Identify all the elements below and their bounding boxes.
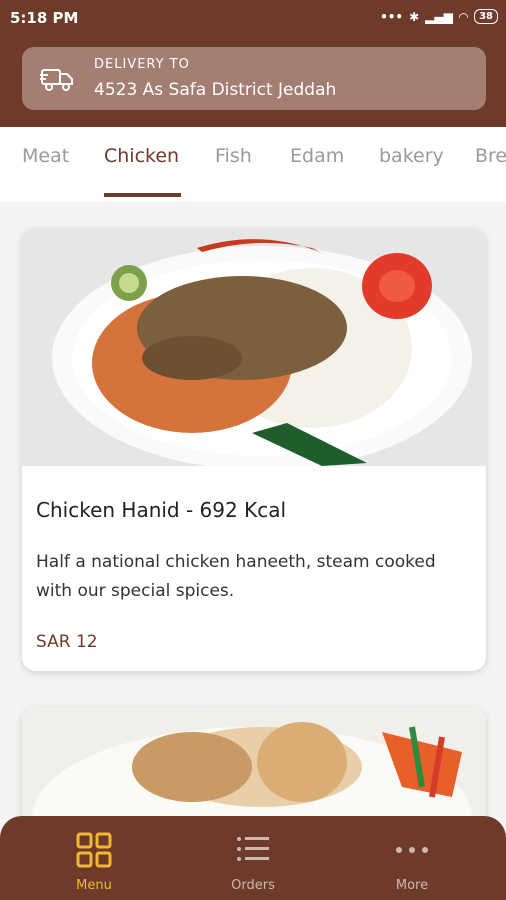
tab-meat[interactable]: Meat [22,145,69,167]
tab-bakery[interactable]: bakery [379,145,444,167]
status-bar: 5:18 PM ••• ✱ ▂▄▆ ◠ 38 [0,0,506,36]
delivery-truck-icon [40,69,73,91]
nav-menu-label: Menu [76,878,112,893]
tab-chicken[interactable]: Chicken [104,145,179,167]
nav-menu[interactable]: Menu [34,816,154,900]
category-tabs: Meat Chicken Fish Edam bakery Bre [0,127,506,202]
delivery-address: 4523 As Safa District Jeddah [94,80,337,100]
delivery-address-box[interactable]: DELIVERY TO 4523 As Safa District Jeddah [22,47,486,110]
app-header: 5:18 PM ••• ✱ ▂▄▆ ◠ 38 DELIVERY TO 4523 … [0,0,506,127]
tab-edam[interactable]: Edam [290,145,344,167]
item-description: Half a national chicken haneeth, steam c… [36,552,436,601]
tab-fish[interactable]: Fish [215,145,252,167]
bluetooth-icon: ✱ [409,9,420,24]
bottom-navigation: Menu Orders More [0,816,506,900]
status-time: 5:18 PM [10,9,79,27]
status-icons: ••• ✱ ▂▄▆ ◠ 38 [380,9,498,24]
more-dots-icon [396,847,428,853]
battery-icon: 38 [474,9,498,24]
nav-more[interactable]: More [352,816,472,900]
chicken-dish-image [22,228,486,466]
notification-dots-icon: ••• [380,9,404,24]
nav-orders-label: Orders [231,878,275,893]
nav-more-label: More [395,878,429,893]
signal-icon: ▂▄▆ [425,9,453,24]
delivery-label: DELIVERY TO [94,57,190,72]
item-price: SAR 12 [36,632,98,652]
list-icon [237,837,269,861]
grid-icon [76,832,112,868]
tab-bread[interactable]: Bre [475,145,506,167]
tab-indicator [104,193,181,197]
item-title: Chicken Hanid - 692 Kcal [36,498,287,522]
menu-item-card[interactable]: Chicken Hanid - 692 Kcal Half a national… [22,228,486,671]
wifi-icon: ◠ [458,9,469,24]
nav-orders[interactable]: Orders [193,816,313,900]
